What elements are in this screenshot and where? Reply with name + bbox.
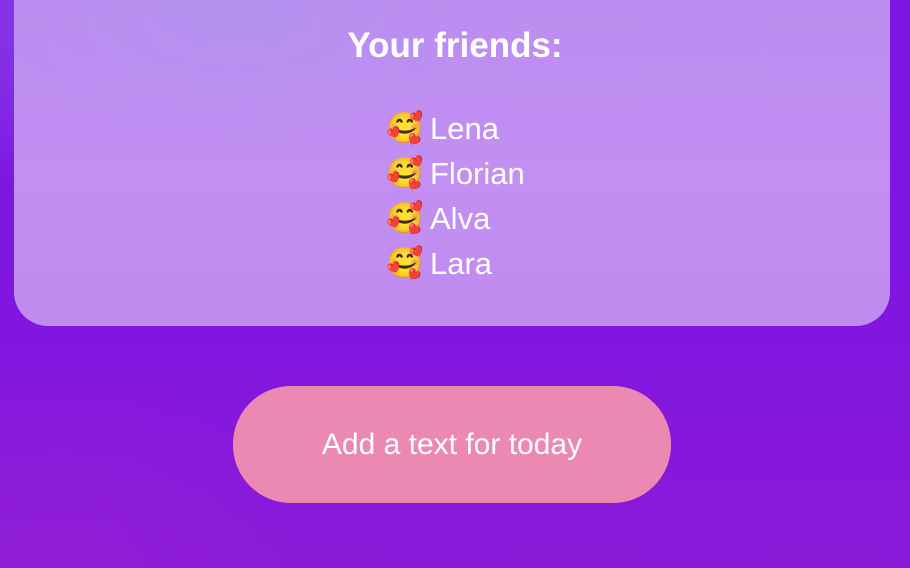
smiling-face-with-hearts-icon: 🥰 <box>386 112 424 145</box>
smiling-face-with-hearts-icon: 🥰 <box>386 247 424 280</box>
friends-title: Your friends: <box>347 26 563 65</box>
friends-list: 🥰 Lena 🥰 Florian 🥰 Alva 🥰 Lara <box>386 106 525 286</box>
friend-name: Florian <box>430 156 525 191</box>
friend-item[interactable]: 🥰 Lena <box>386 106 525 151</box>
smiling-face-with-hearts-icon: 🥰 <box>386 157 424 190</box>
friend-item[interactable]: 🥰 Alva <box>386 196 525 241</box>
friend-item[interactable]: 🥰 Florian <box>386 151 525 196</box>
friend-name: Lara <box>430 246 493 281</box>
friend-name: Lena <box>430 111 499 146</box>
friend-item[interactable]: 🥰 Lara <box>386 241 525 286</box>
smiling-face-with-hearts-icon: 🥰 <box>386 202 424 235</box>
friend-name: Alva <box>430 201 491 236</box>
add-text-button[interactable]: Add a text for today <box>233 386 671 503</box>
